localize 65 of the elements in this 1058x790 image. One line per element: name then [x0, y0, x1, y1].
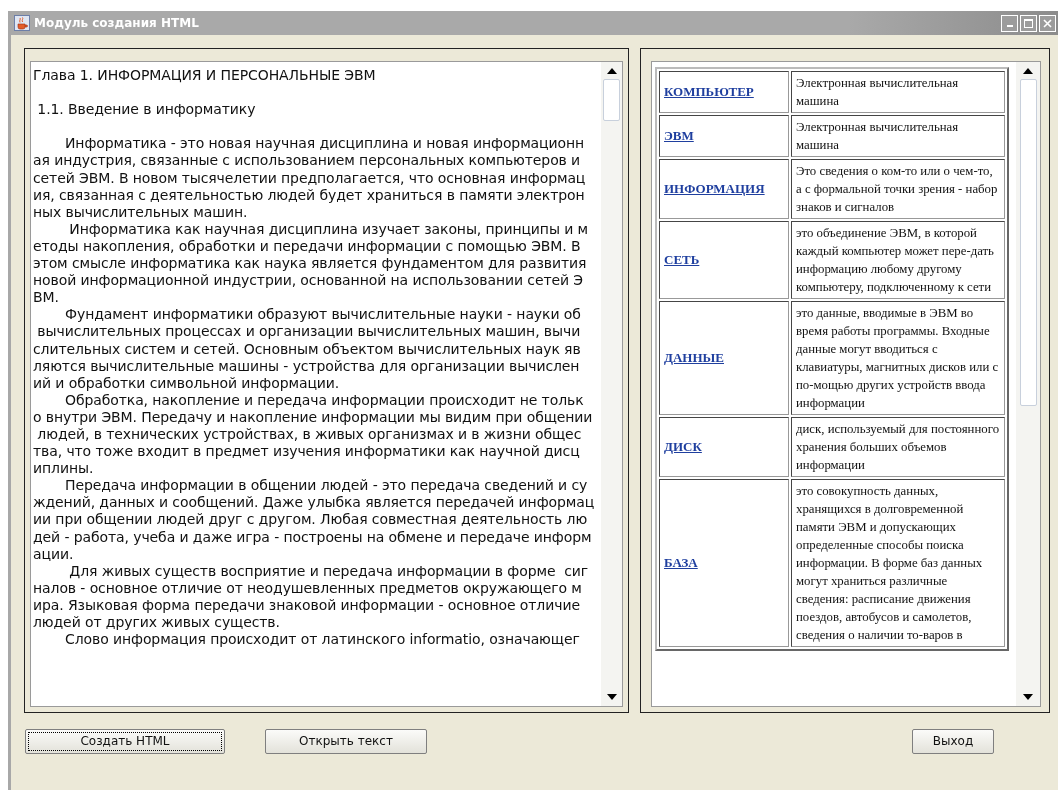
text-line: вычислительных процессах и организации вычислительных машин, вычи	[36, 323, 581, 340]
vertical-scrollbar[interactable]	[601, 62, 622, 706]
text-line: налов - основное отличие от неодушевленных предметов окружающего м	[33, 579, 582, 596]
text-line: слительных систем и сетей. Основным объектом вычислительных наук яв	[33, 340, 581, 357]
minimize-button[interactable]	[1001, 14, 1018, 32]
text-line: ных вычислительных машин.	[33, 203, 248, 220]
maximize-icon	[1024, 18, 1033, 28]
scroll-thumb[interactable]	[1019, 79, 1037, 406]
text-line: ая индустрия, связанные с использованием персональных компьютеров и	[33, 152, 581, 169]
vertical-scrollbar[interactable]	[1016, 62, 1040, 706]
text-line: ии при общении людей друг с другом. Любая совместная деятельность лю	[33, 511, 588, 528]
definition-cell: Электронная вычислительная машина	[791, 115, 1005, 157]
term-link[interactable]: ДАННЫЕ	[664, 350, 724, 365]
text-line: ира. Языковая форма передачи знаковой информации - основное отличие	[33, 596, 580, 613]
text-line: этом смысле информатика как наука является фундаментом для развития	[33, 255, 587, 272]
text-line: сетей ЭВМ. В новом тысячелетии предполагается, что основная информац	[33, 169, 586, 186]
maximize-button[interactable]	[1020, 14, 1037, 32]
text-line: Фундамент информатики образуют вычислительные науки - науки об	[65, 306, 581, 323]
term-link[interactable]: СЕТЬ	[664, 252, 700, 267]
term-link[interactable]: ИНФОРМАЦИЯ	[664, 181, 765, 196]
text-line: тва, что тоже входит в предмет изучения информатики как научной дисц	[33, 443, 580, 460]
term-link[interactable]: ДИСК	[664, 439, 702, 454]
term-link[interactable]: КОМПЬЮТЕР	[664, 84, 754, 99]
definition-cell: Электронная вычислительная машина	[791, 71, 1005, 113]
coffee-cup-icon	[14, 15, 30, 31]
definition-cell: это объединение ЭВМ, в которой каждый компьютер может пере-дать информацию любому другому компьютеру, подключенному к сети	[791, 221, 1005, 299]
scroll-up-arrow-icon[interactable]	[606, 68, 617, 74]
text-line: Для живых существ восприятие и передача информации в форме сиг	[68, 562, 588, 579]
definition-cell: это данные, вводимые в ЭВМ во время работы программы. Входные данные могут вводиться с клавиатуры, магнитных дисков или с по-мощью других устройств ввода информации	[791, 301, 1005, 415]
close-icon	[1043, 18, 1052, 28]
text-line: Обработка, накопление и передача информации происходит не тольк	[65, 391, 584, 408]
text-line: Глава 1. ИНФОРМАЦИЯ И ПЕРСОНАЛЬНЫЕ ЭВМ	[33, 67, 376, 83]
text-line: Слово информация происходит от латинского informatio, означающег	[65, 631, 580, 648]
text-line: Передача информации в общении людей - это передача сведений и су	[65, 477, 588, 494]
text-line: Информатика - это новая научная дисциплина и новая информационн	[65, 135, 585, 152]
term-link[interactable]: ЭВМ	[664, 128, 694, 143]
action-button[interactable]: Выход	[912, 728, 994, 754]
action-button[interactable]: Создать HTML	[25, 728, 225, 754]
definition-cell: Это сведения о ком-то или о чем-то, а с формальной точки зрения - набор знаков и сигналов	[791, 159, 1005, 219]
definition-cell: это совокупность данных, хранящихся в долговременной памяти ЭВМ и допускающих определенные способы поиска информации. В форме баз данных могут храниться различные сведения: расписание движения поездов, автобусов и самолетов, сведения о наличии то-варов в	[791, 479, 1005, 647]
text-line: о внутри ЭВМ. Передачу и накопление информации мы видим при общении	[33, 408, 593, 425]
text-line: 1.1. Введение в информатику	[36, 101, 256, 118]
scroll-down-arrow-icon[interactable]	[606, 694, 617, 700]
text-line: Информатика как научная дисциплина изучает законы, принципы и м	[68, 220, 589, 237]
minimize-icon	[1006, 25, 1013, 27]
scroll-thumb[interactable]	[603, 79, 620, 121]
term-link[interactable]: БАЗА	[664, 555, 698, 570]
text-line: людей, в технических устройствах, в живых организмах и в жизни общес	[36, 425, 582, 442]
action-button[interactable]: Открыть текст	[265, 728, 427, 754]
window-title: Модуль создания HTML	[34, 16, 199, 30]
text-line: людей от других живых существ.	[33, 614, 280, 630]
text-line: ации.	[33, 545, 74, 562]
text-line: ждений, данных и сообщений. Даже улыбка является передачей информац	[33, 494, 595, 511]
scroll-down-arrow-icon[interactable]	[1023, 694, 1033, 700]
text-line: иплины.	[33, 460, 94, 477]
close-button[interactable]	[1039, 14, 1056, 32]
definition-cell: диск, используемый для постоянного хранения больших объемов информации	[791, 417, 1005, 477]
scroll-up-arrow-icon[interactable]	[1023, 68, 1033, 74]
text-line: етоды накопления, обработки и передачи информации с помощью ЭВМ. В	[33, 237, 581, 254]
text-line: ВМ.	[33, 289, 59, 306]
text-line: ий и обработки символьной информации.	[33, 374, 340, 391]
text-line: ляются вычислительные машины - устройства для организации вычислен	[33, 357, 580, 374]
text-line: новой информационной индустрии, основанной на использовании сетей Э	[33, 272, 584, 289]
text-line: дей - работа, учеба и даже игра - построены на обмене и передаче информ	[33, 528, 592, 545]
text-line: ия, связанная с деятельностью людей будет храниться в памяти электрон	[33, 186, 585, 203]
